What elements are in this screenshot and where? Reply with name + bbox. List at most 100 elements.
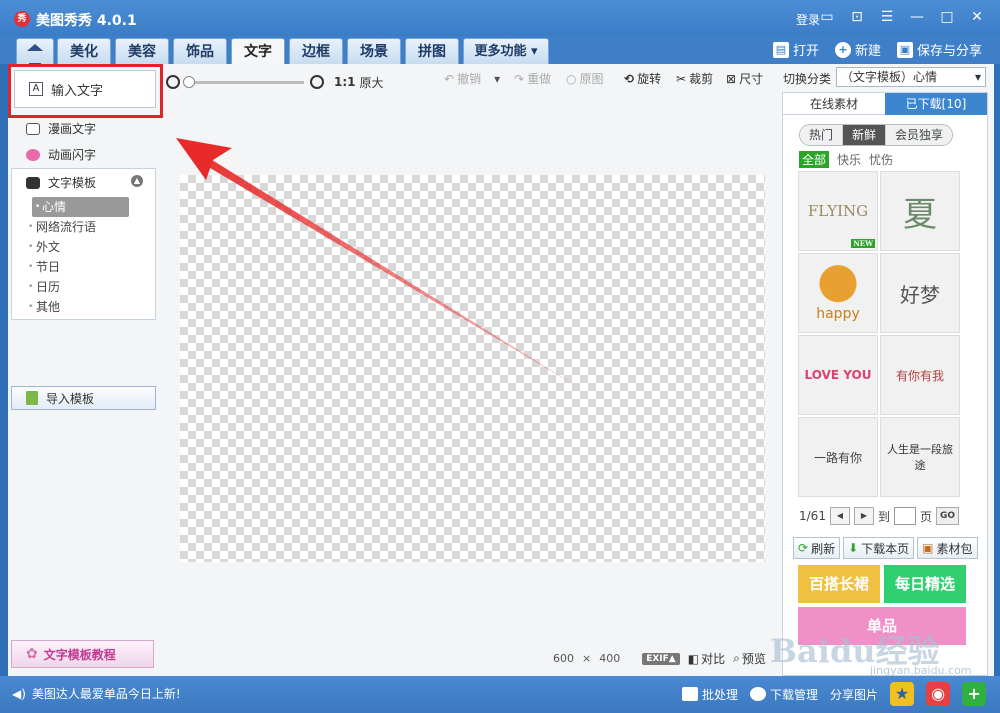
share-image-button[interactable]: 分享图片 [830,686,878,703]
times-sign: × [582,652,592,665]
exif-badge[interactable]: EXIF▲ [642,652,680,665]
zoom-slider[interactable] [183,75,304,88]
main-tab-bar: 美化 美容 饰品 文字 边框 场景 拼图 更多功能 ▾ ▤ 打开 + 新建 ▣ … [0,36,1000,70]
collapse-icon[interactable]: ▲ [131,175,143,187]
category-select[interactable]: （文字模板）心情 [836,67,986,87]
add-icon[interactable]: + [962,682,987,706]
new-badge: NEW [851,239,875,248]
sticker-item[interactable]: 有你有我 [880,335,960,415]
open-button[interactable]: ▤ 打开 [772,40,819,59]
template-item-mood[interactable]: 心情 [32,197,129,217]
category-sad[interactable]: 忧伤 [869,151,893,168]
zoom-slider-handle[interactable] [183,75,195,88]
compare-button[interactable]: ◧ 对比 [688,650,725,667]
tab-text[interactable]: 文字 [231,38,285,64]
download-manager-button[interactable]: 下载管理 [750,686,818,703]
rotate-button[interactable]: ⟲ 旋转 [624,70,661,87]
chevron-down-icon[interactable]: ▾ [494,72,500,86]
undo-button[interactable]: ↶ 撤销 ▾ [444,70,500,87]
star-icon[interactable]: ★ [890,682,915,706]
sticker-item[interactable]: 好梦 [880,253,960,333]
input-text-button[interactable]: A 输入文字 [14,70,156,108]
folder-icon: ▤ [772,41,789,58]
maximize-icon[interactable]: □ [938,8,956,26]
pagination: 1/61 ◀ ▶ 到 页 GO [799,507,960,525]
tab-downloaded[interactable]: 已下载[10] [885,93,987,115]
sticker-item[interactable]: FLYING NEW [798,171,878,251]
redo-button[interactable]: ↷ 重做 [514,70,551,87]
close-icon[interactable]: ✕ [968,8,986,26]
template-item-holiday[interactable]: 节日 [12,257,155,277]
category-all[interactable]: 全部 [799,151,830,168]
template-item-other[interactable]: 其他 [12,297,155,317]
download-page-button[interactable]: ⬇ 下载本页 [843,537,915,559]
sticker-item[interactable]: 一路有你 [798,417,878,497]
sticker-item[interactable]: 人生是一段旅途 [880,417,960,497]
refresh-button[interactable]: ⟳ 刷新 [793,537,841,559]
category-happy[interactable]: 快乐 [837,151,861,168]
material-actions: ⟳ 刷新 ⬇ 下载本页 ▣ 素材包 [793,537,978,559]
banner-long-skirt[interactable]: 百搭长裙 [798,565,880,603]
transparent-canvas[interactable] [180,175,765,562]
ratio-label[interactable]: 1:1 [334,75,356,89]
template-item-foreign[interactable]: 外文 [12,237,155,257]
news-ticker[interactable]: ◀) 美图达人最爱单品今日上新! [12,685,181,702]
tab-scenes[interactable]: 场景 [347,38,401,64]
filter-vip[interactable]: 会员独享 [886,125,953,145]
animated-text-item[interactable]: 动画闪字 [26,146,96,163]
size-button[interactable]: ⊠ 尺寸 [726,70,763,87]
status-actions: 批处理 下载管理 分享图片 ★ ◉ + [682,682,987,706]
status-bar: ◀) 美图达人最爱单品今日上新! 批处理 下载管理 分享图片 ★ ◉ + [0,676,1000,713]
login-link[interactable]: 登录 [796,11,820,28]
tab-beautify[interactable]: 美化 [57,38,111,64]
tab-decorations[interactable]: 饰品 [173,38,227,64]
zoom-out-icon[interactable] [166,75,180,89]
app-logo-icon: 秀 [14,11,30,27]
template-item-calendar[interactable]: 日历 [12,277,155,297]
minimize-icon[interactable]: — [908,8,926,26]
batch-process-button[interactable]: 批处理 [682,686,738,703]
crop-button[interactable]: ✂ 裁剪 [676,70,713,87]
prev-page-icon[interactable]: ◀ [829,507,850,525]
weibo-icon[interactable]: ◉ [926,682,951,706]
zoom-in-icon[interactable] [310,75,324,89]
original-size-button[interactable]: 原大 [360,74,384,91]
save-share-button[interactable]: ▣ 保存与分享 [896,40,982,59]
filter-hot[interactable]: 热门 [800,125,844,145]
material-pack-button[interactable]: ▣ 素材包 [917,537,978,559]
sticker-item[interactable]: 夏 [880,171,960,251]
batch-icon [682,687,698,701]
tab-online-materials[interactable]: 在线素材 [783,93,885,115]
comic-text-item[interactable]: 漫画文字 [26,120,96,137]
filter-fresh[interactable]: 新鲜 [843,125,887,145]
page-number-input[interactable] [893,507,916,525]
template-tutorial-button[interactable]: ✿ 文字模板教程 [11,640,154,668]
tab-frames[interactable]: 边框 [289,38,343,64]
sticker-item[interactable]: LOVE YOU [798,335,878,415]
next-page-icon[interactable]: ▶ [853,507,874,525]
new-button[interactable]: + 新建 [834,40,881,59]
window-controls: ▭ ⊡ ☰ — □ ✕ [818,8,986,26]
circle-icon: ○ [566,71,577,86]
import-template-button[interactable]: 导入模板 [11,386,156,410]
skin-icon[interactable]: ⊡ [848,8,866,26]
sticker-item[interactable]: happy [798,253,878,333]
tab-collage[interactable]: 拼图 [405,38,459,64]
tab-home[interactable] [16,38,54,70]
tab-face[interactable]: 美容 [115,38,169,64]
heart-icon [26,148,40,161]
menu-icon[interactable]: ☰ [878,8,896,26]
import-icon [26,391,38,405]
template-item-slang[interactable]: 网络流行语 [12,217,155,237]
refresh-icon: ⟳ [798,541,809,555]
go-button[interactable]: GO [935,507,960,525]
preview-button[interactable]: ⌕ 预览 [733,650,766,667]
banner-daily-picks[interactable]: 每日精选 [884,565,966,603]
material-panel: 在线素材 已下载[10] 热门 新鲜 会员独享 全部 快乐 忧伤 FLYING … [782,92,988,676]
preview-icon: ⌕ [733,651,740,665]
tab-more-features[interactable]: 更多功能 ▾ [463,38,549,64]
canvas-status: 600 × 400 EXIF▲ ◧ 对比 ⌕ 预览 [553,650,766,667]
feedback-icon[interactable]: ▭ [818,8,836,26]
package-icon: ▣ [922,541,934,555]
original-image-button[interactable]: ○ 原图 [566,70,604,87]
